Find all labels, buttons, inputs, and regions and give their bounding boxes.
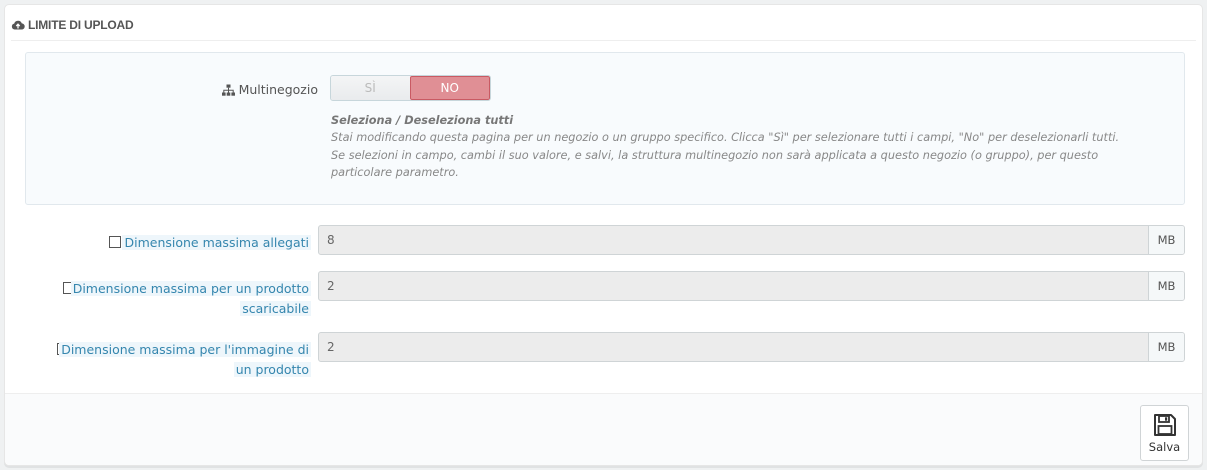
help-title: Seleziona / Deseleziona tutti [331,114,514,127]
panel-heading: LIMITE DI UPLOAD [11,10,1196,41]
multistore-switch[interactable]: SÌ NO [330,75,491,101]
save-button[interactable]: Salva [1140,405,1189,461]
help-line-2: Se selezioni in campo, cambi il suo valo… [331,148,1099,179]
field-row-downloadable: Dimensione massima per un prodotto scari… [25,271,1187,321]
unit-addon: MB [1148,333,1184,361]
cloud-upload-icon [11,20,25,30]
multistore-box: Multinegozio SÌ NO Seleziona / Deselezio… [25,52,1185,205]
unit-addon: MB [1148,272,1184,300]
sitemap-icon [221,84,235,96]
save-label: Salva [1148,439,1181,454]
field-input-attachments[interactable]: 8 MB [318,225,1185,255]
floppy-disk-icon [1153,413,1176,436]
field-input-downloadable[interactable]: 2 MB [318,271,1185,301]
unit-addon: MB [1148,226,1184,254]
field-label-downloadable: Dimensione massima per un prodotto scari… [70,281,311,316]
panel-title: LIMITE DI UPLOAD [28,18,134,32]
field-row-product-image: Dimensione massima per l'immagine di un … [25,332,1187,382]
switch-no-option[interactable]: NO [409,76,490,100]
field-label-attachments: Dimensione massima allegati [122,235,311,250]
help-line-1: Stai modificando questa pagina per un ne… [331,131,1120,145]
field-input-product-image[interactable]: 2 MB [318,332,1185,362]
switch-yes-option[interactable]: SÌ [331,76,410,100]
input-value[interactable]: 8 [319,226,1148,254]
multistore-help: Seleziona / Deseleziona tutti Stai modif… [331,112,1151,181]
field-label-product-image: Dimensione massima per l'immagine di un … [59,342,311,377]
field-row-attachments: Dimensione massima allegati 8 MB [25,225,1187,257]
upload-limits-panel: LIMITE DI UPLOAD Multinegozio SÌ NO Sele… [4,4,1203,466]
input-value[interactable]: 2 [319,272,1148,300]
panel-footer: Salva [5,393,1202,465]
field-checkbox-attachments[interactable] [109,236,121,248]
input-value[interactable]: 2 [319,333,1148,361]
multistore-label: Multinegozio [221,82,318,97]
